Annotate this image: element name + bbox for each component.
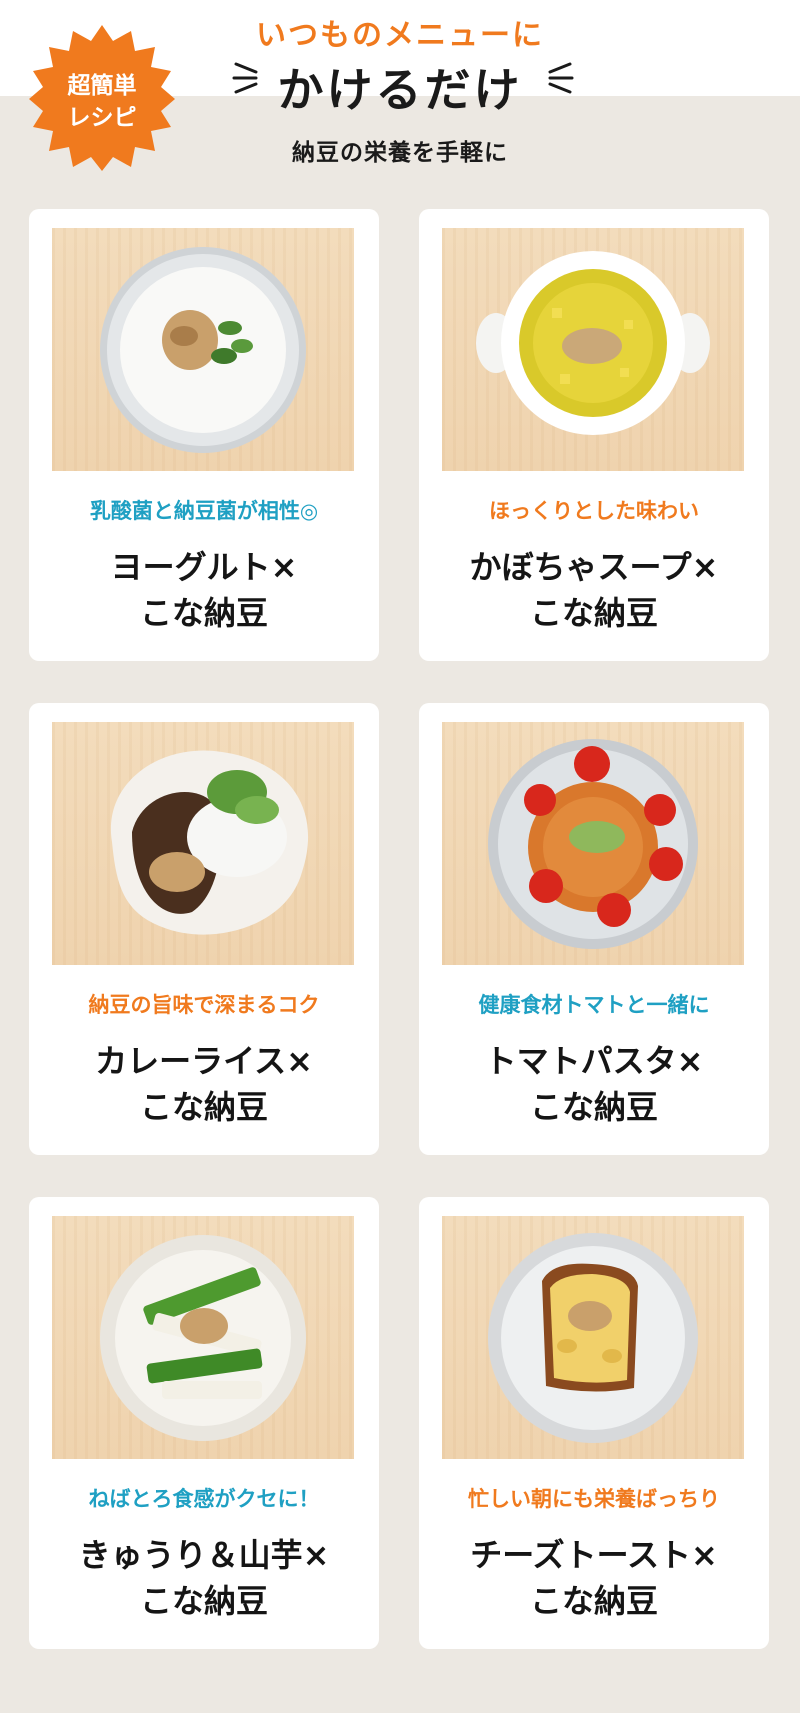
recipe-tagline: 忙しい朝にも栄養ばっちり [468, 1487, 720, 1511]
cucumber-yam-photo [52, 1216, 354, 1459]
recipe-name-line-2: こな納豆 [529, 1088, 658, 1126]
recipe-tagline: 乳酸菌と納豆菌が相性◎ [89, 499, 319, 523]
recipe-name-line-2: こな納豆 [139, 594, 268, 632]
recipe-name: かぼちゃスープ× こな納豆 [419, 544, 769, 636]
sparkle-right-icon [548, 62, 574, 94]
recipe-tagline: 納豆の旨味で深まるコク [88, 993, 320, 1017]
cheese-toast-photo [442, 1216, 744, 1459]
recipe-name-line-2: こな納豆 [139, 1088, 268, 1126]
header-title: かけるだけ [277, 63, 523, 117]
recipe-name-line-2: こな納豆 [529, 594, 658, 632]
recipe-tagline: ほっくりとした味わい [489, 499, 699, 523]
recipe-name-line-1: かぼちゃスープ× [469, 548, 719, 586]
recipe-name-line-1: ヨーグルト× [110, 548, 298, 586]
curry-rice-photo [52, 722, 354, 965]
recipe-name-line-2: こな納豆 [529, 1582, 658, 1620]
recipe-name: チーズトースト× こな納豆 [419, 1532, 769, 1624]
recipe-name-line-1: トマトパスタ× [484, 1042, 704, 1080]
recipe-name: きゅうり＆山芋× こな納豆 [29, 1532, 379, 1624]
recipe-card-curry-rice[interactable]: 納豆の旨味で深まるコク カレーライス× こな納豆 [29, 703, 379, 1155]
recipe-name-line-1: チーズトースト× [470, 1536, 718, 1574]
recipe-name-line-1: カレーライス× [95, 1042, 313, 1080]
recipe-card-tomato-pasta[interactable]: 健康食材トマトと一緒に トマトパスタ× こな納豆 [419, 703, 769, 1155]
recipe-name: トマトパスタ× こな納豆 [419, 1038, 769, 1130]
pumpkin-soup-photo [442, 228, 744, 471]
header-caption: 納豆の栄養を手軽に [292, 140, 508, 166]
recipe-card-cheese-toast[interactable]: 忙しい朝にも栄養ばっちり チーズトースト× こな納豆 [419, 1197, 769, 1649]
yogurt-photo [52, 228, 354, 471]
recipe-name-line-2: こな納豆 [139, 1582, 268, 1620]
recipe-card-pumpkin-soup[interactable]: ほっくりとした味わい かぼちゃスープ× こな納豆 [419, 209, 769, 661]
recipe-name: ヨーグルト× こな納豆 [29, 544, 379, 636]
recipe-name-line-1: きゅうり＆山芋× [78, 1536, 330, 1574]
tomato-pasta-photo [442, 722, 744, 965]
header-subtitle: いつものメニューに [256, 18, 544, 53]
recipe-card-cucumber-yam[interactable]: ねばとろ食感がクセに！ きゅうり＆山芋× こな納豆 [29, 1197, 379, 1649]
recipe-tagline: 健康食材トマトと一緒に [478, 993, 710, 1017]
recipe-name: カレーライス× こな納豆 [29, 1038, 379, 1130]
recipe-card-yogurt[interactable]: 乳酸菌と納豆菌が相性◎ ヨーグルト× こな納豆 [29, 209, 379, 661]
recipe-tagline: ねばとろ食感がクセに！ [88, 1487, 320, 1511]
